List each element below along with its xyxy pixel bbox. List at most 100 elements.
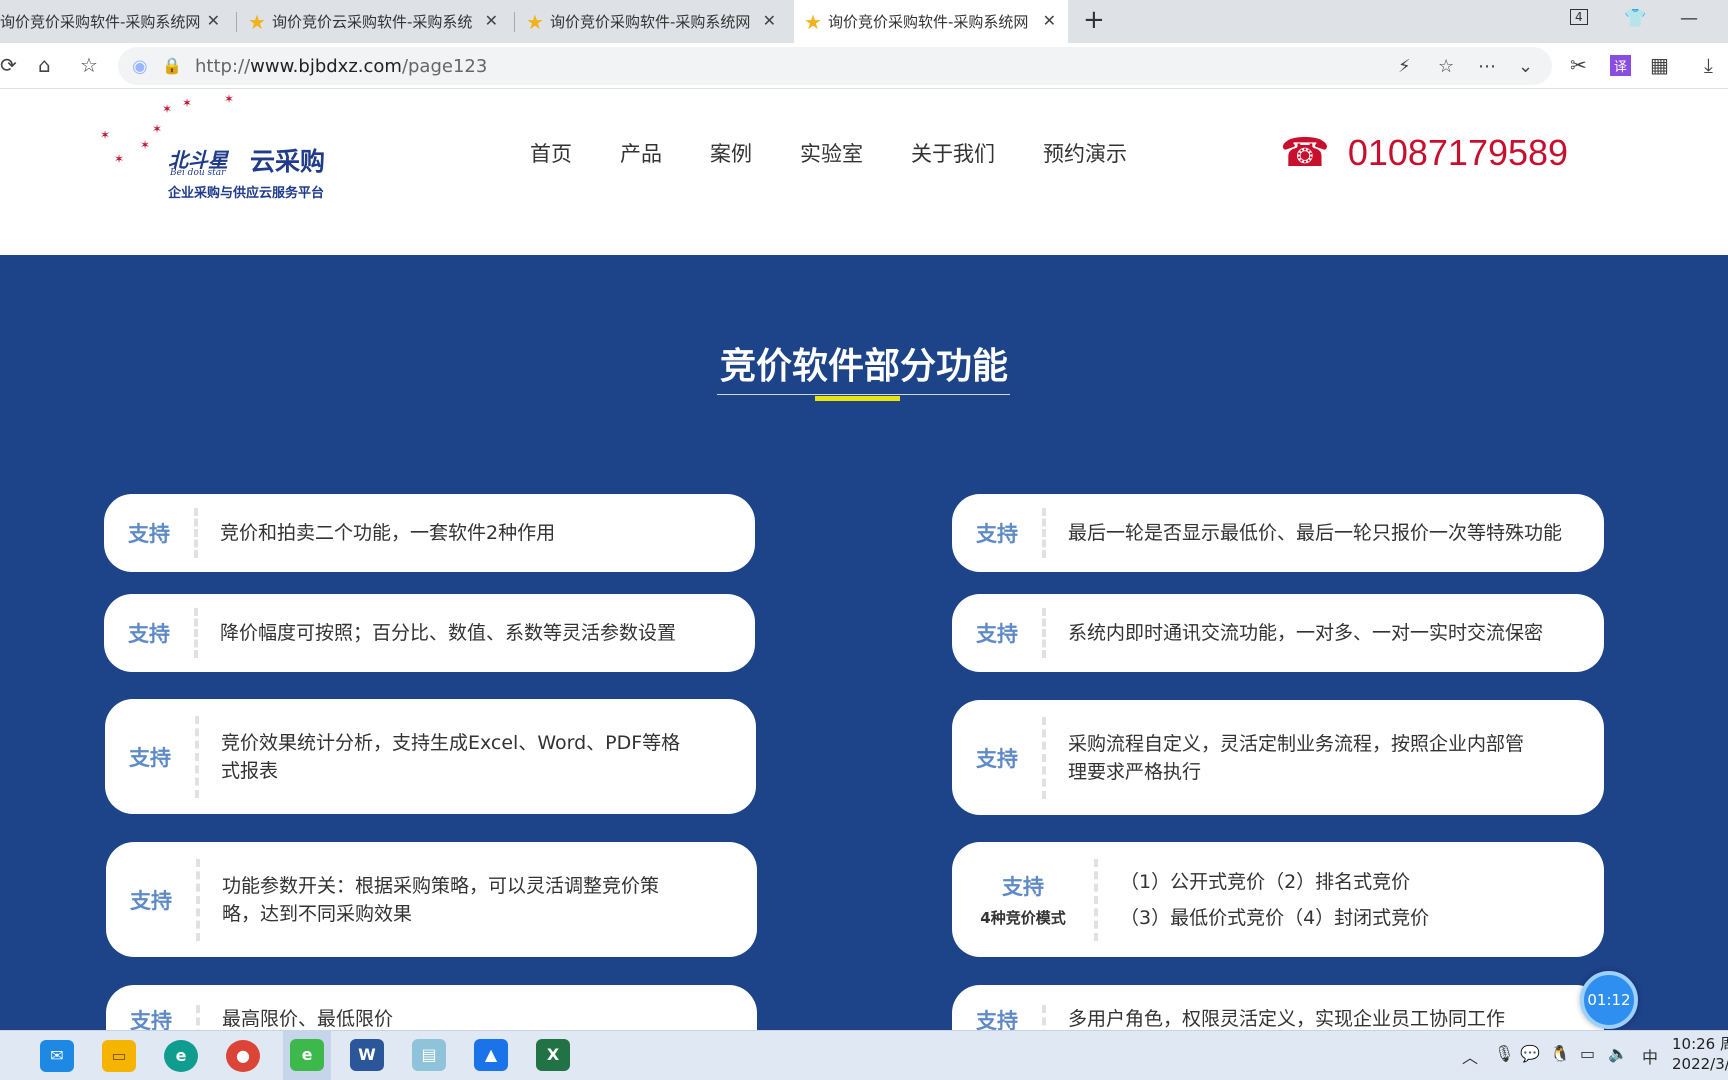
clock-time: 10:26 周 xyxy=(1672,1035,1728,1053)
nav-products[interactable]: 产品 xyxy=(620,138,662,168)
logo-star: ✶ xyxy=(140,138,151,152)
support-tag: 支持 xyxy=(128,522,170,546)
tray-expand-icon[interactable]: ︿ xyxy=(1462,1044,1478,1068)
favorite-star-icon: ★ xyxy=(526,9,544,34)
microphone-icon[interactable]: 🎙 xyxy=(1494,1044,1514,1063)
tab-divider xyxy=(514,12,515,32)
excel-app-icon[interactable]: X xyxy=(536,1039,570,1071)
card-divider xyxy=(1094,858,1098,941)
reload-icon[interactable]: ⟳ xyxy=(0,53,17,77)
feature-card: 支持 最后一轮是否显示最低价、最后一轮只报价一次等特殊功能 xyxy=(952,494,1604,572)
site-logo[interactable]: ✶ ✶ ✶ ✶ ✶ ✶ ✶ 北斗星 云采购 Bei dou star 企业采购与… xyxy=(100,92,360,201)
edge-browser-icon[interactable]: e xyxy=(164,1040,198,1072)
card-divider xyxy=(196,1005,200,1030)
browser-tab-2[interactable]: ★ 询价竞价云采购软件-采购系统 ✕ xyxy=(248,0,510,43)
ie-browser-icon[interactable]: e xyxy=(290,1039,324,1071)
wechat-icon[interactable]: 💬 xyxy=(1520,1044,1540,1063)
bidding-modes-label: 4种竞价模式 xyxy=(980,909,1066,927)
ime-indicator[interactable]: 中 xyxy=(1642,1044,1658,1068)
more-icon[interactable]: ⋯ xyxy=(1478,56,1496,77)
chevron-down-icon[interactable]: ⌄ xyxy=(1518,56,1533,77)
phone-number: 01087179589 xyxy=(1347,132,1569,173)
nav-home[interactable]: 首页 xyxy=(530,138,572,168)
feature-card: 支持 功能参数开关：根据采购策略，可以灵活调整竞价策 略，达到不同采购效果 xyxy=(106,842,757,957)
download-icon[interactable]: ⤓ xyxy=(1704,53,1713,77)
feature-text: 系统内即时通讯交流功能，一对多、一对一实时交流保密 xyxy=(1068,622,1544,644)
support-tag: 支持 xyxy=(976,522,1018,546)
lightning-icon[interactable]: ⚡ xyxy=(1398,56,1411,77)
card-divider xyxy=(194,508,198,558)
browser-tab-strip: 询价竞价采购软件-采购系统网 ✕ ★ 询价竞价云采购软件-采购系统 ✕ ★ 询价… xyxy=(0,0,1728,43)
favorite-star-icon: ★ xyxy=(804,9,822,34)
browser-tab-4-active[interactable]: ★ 询价竞价采购软件-采购系统网 ✕ xyxy=(794,0,1068,43)
minimize-icon[interactable]: — xyxy=(1680,8,1698,29)
feature-text: 竞价效果统计分析，支持生成Excel、Word、PDF等格 式报表 xyxy=(221,731,681,782)
feature-text: 功能参数开关：根据采购策略，可以灵活调整竞价策 略，达到不同采购效果 xyxy=(222,874,660,925)
shirt-skin-icon[interactable]: 👕 xyxy=(1624,8,1646,29)
feature-card: 支持 竞价和拍卖二个功能，一套软件2种作用 xyxy=(104,494,755,572)
card-divider xyxy=(195,715,199,798)
logo-brand: 云采购 xyxy=(250,147,326,176)
volume-icon[interactable]: 🔈 xyxy=(1608,1044,1628,1063)
qq-icon[interactable]: 🐧 xyxy=(1550,1044,1570,1063)
chrome-browser-icon[interactable]: ● xyxy=(226,1040,260,1072)
apps-grid-icon[interactable]: ▦ xyxy=(1650,53,1669,77)
address-bar-row: ⟳ ⌂ ☆ ◉ 🔒 http://www.bjbdxz.com/page123 … xyxy=(0,43,1728,89)
support-tag: 支持 xyxy=(129,745,171,770)
feature-text: 最后一轮是否显示最低价、最后一轮只报价一次等特殊功能 xyxy=(1068,522,1563,544)
section-title: 竞价软件部分功能 xyxy=(719,346,1008,387)
url-text: http://www.bjbdxz.com/page123 xyxy=(195,56,488,77)
scissors-icon[interactable]: ✂ xyxy=(1570,53,1587,77)
close-tab-icon[interactable]: ✕ xyxy=(763,11,776,30)
card-divider xyxy=(1042,1005,1046,1030)
nav-lab[interactable]: 实验室 xyxy=(800,138,863,168)
site-header: ✶ ✶ ✶ ✶ ✶ ✶ ✶ 北斗星 云采购 Bei dou star 企业采购与… xyxy=(0,90,1728,255)
close-tab-icon[interactable]: ✕ xyxy=(207,11,220,30)
main-nav: 首页 产品 案例 实验室 关于我们 预约演示 xyxy=(530,138,1175,168)
title-accent-bar xyxy=(815,396,900,401)
new-tab-button[interactable]: + xyxy=(1083,5,1105,35)
support-tag: 支持 xyxy=(976,746,1018,771)
shield-icon: ◉ xyxy=(132,56,148,77)
card-divider xyxy=(194,608,198,658)
translate-icon[interactable]: 译 xyxy=(1610,55,1632,76)
mail-app-icon[interactable]: ✉ xyxy=(40,1040,74,1072)
word-app-icon[interactable]: W xyxy=(350,1039,384,1071)
tab-counter-icon[interactable]: 4 xyxy=(1570,9,1588,25)
battery-icon[interactable]: ▭ xyxy=(1580,1044,1595,1063)
nav-cases[interactable]: 案例 xyxy=(710,138,752,168)
features-section: 竞价软件部分功能 支持 竞价和拍卖二个功能，一套软件2种作用 支持 降价幅度可按… xyxy=(0,255,1728,1030)
nav-demo[interactable]: 预约演示 xyxy=(1043,138,1127,168)
feature-card: 支持 最高限价、最低限价 xyxy=(106,985,757,1030)
home-icon[interactable]: ⌂ xyxy=(38,53,51,77)
contact-phone[interactable]: ☎ 01087179589 xyxy=(1280,130,1568,176)
close-tab-icon[interactable]: ✕ xyxy=(485,11,498,30)
phone-icon: ☎ xyxy=(1280,130,1330,176)
meeting-app-icon[interactable]: ▲ xyxy=(474,1039,508,1071)
feature-card: 支持 竞价效果统计分析，支持生成Excel、Word、PDF等格 式报表 xyxy=(105,699,756,814)
url-field[interactable]: ◉ 🔒 http://www.bjbdxz.com/page123 ⚡ ☆ ⋯ … xyxy=(118,47,1552,85)
logo-star: ✶ xyxy=(152,122,163,136)
file-explorer-icon[interactable]: ▭ xyxy=(102,1040,136,1072)
insecure-lock-icon[interactable]: 🔒 xyxy=(162,56,182,75)
logo-star: ✶ xyxy=(100,128,111,142)
close-tab-icon[interactable]: ✕ xyxy=(1043,11,1056,30)
support-tag: 支持 xyxy=(128,622,170,646)
logo-star: ✶ xyxy=(114,152,125,166)
browser-tab-3[interactable]: ★ 询价竞价采购软件-采购系统网 ✕ xyxy=(526,0,788,43)
floating-timer-button[interactable]: 01:12 xyxy=(1580,971,1638,1029)
support-tag: 支持 xyxy=(976,622,1018,646)
logo-star: ✶ xyxy=(224,92,235,106)
feature-card: 支持 多用户角色，权限灵活定义，实现企业员工协同工作 xyxy=(952,985,1604,1030)
feature-text: 采购流程自定义，灵活定制业务流程，按照企业内部管 理要求严格执行 xyxy=(1068,732,1525,783)
logo-star: ✶ xyxy=(182,96,193,110)
card-divider xyxy=(1042,716,1046,799)
nav-about[interactable]: 关于我们 xyxy=(911,138,995,168)
bookmark-star-icon[interactable]: ☆ xyxy=(1438,56,1454,77)
logo-slogan: 企业采购与供应云服务平台 xyxy=(168,186,325,201)
notepad-app-icon[interactable]: ▤ xyxy=(412,1039,446,1071)
favorites-icon[interactable]: ☆ xyxy=(80,53,98,77)
system-clock[interactable]: 10:26 周 2022/3/ xyxy=(1672,1034,1728,1074)
browser-tab-1[interactable]: 询价竞价采购软件-采购系统网 ✕ xyxy=(0,0,232,43)
feature-text: 降价幅度可按照；百分比、数值、系数等灵活参数设置 xyxy=(220,622,677,644)
